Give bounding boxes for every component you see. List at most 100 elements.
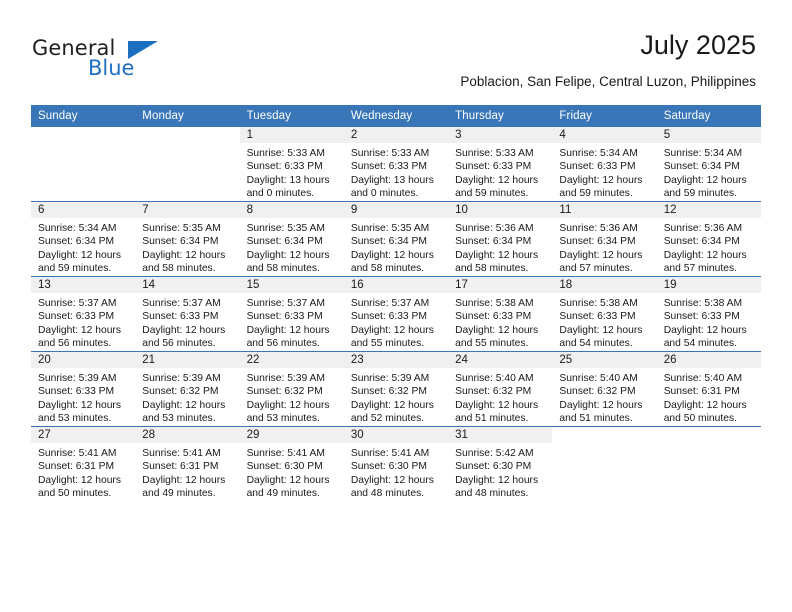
calendar-day-cell[interactable]: 12 Sunrise: 5:36 AM Sunset: 6:34 PM Dayligh… bbox=[656, 201, 761, 277]
calendar-day-cell[interactable]: 24 Sunrise: 5:40 AM Sunset: 6:32 PM Dayligh… bbox=[448, 351, 553, 427]
sunrise-text: Sunrise: 5:39 AM bbox=[246, 373, 325, 384]
sunrise-text: Sunrise: 5:42 AM bbox=[455, 448, 534, 459]
sunset-text: Sunset: 6:33 PM bbox=[246, 161, 323, 173]
day-sun-info: Sunrise: 5:37 AM Sunset: 6:33 PM Daylight:… bbox=[31, 293, 135, 351]
sunrise-text: Sunrise: 5:40 AM bbox=[663, 373, 743, 384]
day-sun-info: Sunrise: 5:36 AM Sunset: 6:34 PM Daylight:… bbox=[657, 218, 761, 276]
calendar-day-cell[interactable]: 25 Sunrise: 5:40 AM Sunset: 6:32 PM Dayligh… bbox=[552, 351, 657, 427]
day-number bbox=[31, 127, 135, 143]
daylight-text-line2: and 59 minutes. bbox=[455, 188, 529, 200]
calendar-day-cell[interactable]: 31 Sunrise: 5:42 AM Sunset: 6:30 PM Dayligh… bbox=[448, 426, 553, 501]
page-subtitle: Poblacion, San Felipe, Central Luzon, Ph… bbox=[460, 74, 756, 89]
sunrise-text: Sunrise: 5:39 AM bbox=[350, 373, 430, 384]
sunrise-text: Sunrise: 5:34 AM bbox=[559, 148, 638, 159]
daylight-text-line1: Daylight: 12 hours bbox=[142, 324, 226, 336]
calendar-day-cell[interactable]: 17 Sunrise: 5:38 AM Sunset: 6:33 PM Dayligh… bbox=[448, 276, 553, 352]
daylight-text-line1: Daylight: 12 hours bbox=[38, 399, 121, 411]
daylight-text-line1: Daylight: 12 hours bbox=[246, 324, 330, 336]
calendar-day-cell[interactable]: 11 Sunrise: 5:36 AM Sunset: 6:34 PM Dayligh… bbox=[552, 201, 657, 277]
calendar-day-cell[interactable]: 3 Sunrise: 5:33 AM Sunset: 6:33 PM Daylight… bbox=[448, 127, 553, 202]
day-number: 12 bbox=[656, 202, 761, 218]
calendar-day-cell[interactable]: 19 Sunrise: 5:38 AM Sunset: 6:33 PM Dayligh… bbox=[656, 276, 761, 352]
calendar-day-cell[interactable]: 23 Sunrise: 5:39 AM Sunset: 6:32 PM Dayligh… bbox=[343, 351, 449, 427]
daylight-text-line2: and 49 minutes. bbox=[246, 488, 320, 500]
day-sun-info: Sunrise: 5:35 AM Sunset: 6:34 PM Daylight:… bbox=[240, 218, 344, 276]
day-number: 30 bbox=[343, 427, 449, 443]
daylight-text-line1: Daylight: 12 hours bbox=[455, 249, 539, 261]
daylight-text-line1: Daylight: 12 hours bbox=[246, 399, 330, 411]
day-sun-info: Sunrise: 5:41 AM Sunset: 6:31 PM Daylight:… bbox=[31, 443, 135, 501]
general-blue-logo[interactable]: General Blue bbox=[32, 36, 192, 90]
day-sun-info: Sunrise: 5:34 AM Sunset: 6:33 PM Daylight:… bbox=[552, 143, 656, 201]
sunset-text: Sunset: 6:34 PM bbox=[559, 236, 636, 248]
day-sun-info: Sunrise: 5:34 AM Sunset: 6:34 PM Daylight:… bbox=[31, 218, 135, 276]
calendar-day-cell[interactable]: 29 Sunrise: 5:41 AM Sunset: 6:30 PM Dayligh… bbox=[239, 426, 344, 501]
sunset-text: Sunset: 6:33 PM bbox=[142, 311, 219, 323]
sunrise-text: Sunrise: 5:38 AM bbox=[663, 298, 743, 309]
calendar-day-cell[interactable]: 7 Sunrise: 5:35 AM Sunset: 6:34 PM Daylight… bbox=[135, 201, 240, 277]
day-sun-info: Sunrise: 5:36 AM Sunset: 6:34 PM Daylight:… bbox=[448, 218, 552, 276]
daylight-text-line2: and 0 minutes. bbox=[350, 188, 419, 200]
day-sun-info: Sunrise: 5:37 AM Sunset: 6:33 PM Daylight:… bbox=[135, 293, 239, 351]
calendar-day-cell[interactable]: 26 Sunrise: 5:40 AM Sunset: 6:31 PM Dayligh… bbox=[656, 351, 761, 427]
day-number: 26 bbox=[656, 352, 761, 368]
sunset-text: Sunset: 6:31 PM bbox=[663, 386, 740, 398]
daylight-text-line1: Daylight: 12 hours bbox=[350, 324, 434, 336]
calendar-day-cell[interactable]: 21 Sunrise: 5:39 AM Sunset: 6:32 PM Dayligh… bbox=[135, 351, 240, 427]
sunset-text: Sunset: 6:31 PM bbox=[142, 461, 219, 473]
sunrise-text: Sunrise: 5:39 AM bbox=[142, 373, 221, 384]
day-sun-info: Sunrise: 5:35 AM Sunset: 6:34 PM Daylight:… bbox=[135, 218, 239, 276]
calendar-day-cell[interactable]: 13 Sunrise: 5:37 AM Sunset: 6:33 PM Dayligh… bbox=[31, 276, 136, 352]
calendar-day-cell[interactable]: 9 Sunrise: 5:35 AM Sunset: 6:34 PM Daylight… bbox=[343, 201, 449, 277]
sunrise-text: Sunrise: 5:35 AM bbox=[142, 223, 221, 234]
day-number: 25 bbox=[552, 352, 657, 368]
day-sun-info: Sunrise: 5:40 AM Sunset: 6:32 PM Daylight:… bbox=[448, 368, 552, 426]
sunrise-text: Sunrise: 5:33 AM bbox=[246, 148, 325, 159]
daylight-text-line1: Daylight: 12 hours bbox=[559, 249, 643, 261]
sunrise-text: Sunrise: 5:41 AM bbox=[38, 448, 117, 459]
daylight-text-line2: and 58 minutes. bbox=[350, 263, 425, 275]
calendar-day-cell[interactable]: 22 Sunrise: 5:39 AM Sunset: 6:32 PM Dayligh… bbox=[239, 351, 344, 427]
calendar-day-cell[interactable]: 30 Sunrise: 5:41 AM Sunset: 6:30 PM Dayligh… bbox=[343, 426, 449, 501]
sunrise-text: Sunrise: 5:37 AM bbox=[350, 298, 430, 309]
day-number: 20 bbox=[31, 352, 136, 368]
sunset-text: Sunset: 6:33 PM bbox=[455, 311, 532, 323]
day-number: 2 bbox=[343, 127, 449, 143]
calendar-day-cell[interactable]: 16 Sunrise: 5:37 AM Sunset: 6:33 PM Dayligh… bbox=[343, 276, 449, 352]
daylight-text-line1: Daylight: 12 hours bbox=[559, 399, 643, 411]
calendar-day-cell[interactable]: 2 Sunrise: 5:33 AM Sunset: 6:33 PM Daylight… bbox=[343, 127, 449, 202]
calendar-day-cell[interactable]: 10 Sunrise: 5:36 AM Sunset: 6:34 PM Dayligh… bbox=[448, 201, 553, 277]
calendar-day-cell[interactable]: 1 Sunrise: 5:33 AM Sunset: 6:33 PM Daylight… bbox=[239, 127, 344, 202]
daylight-text-line2: and 55 minutes. bbox=[350, 338, 425, 350]
daylight-text-line1: Daylight: 12 hours bbox=[350, 474, 434, 486]
calendar-day-cell[interactable]: 28 Sunrise: 5:41 AM Sunset: 6:31 PM Dayligh… bbox=[135, 426, 240, 501]
daylight-text-line1: Daylight: 12 hours bbox=[246, 474, 330, 486]
daylight-text-line2: and 48 minutes. bbox=[350, 488, 425, 500]
day-number: 23 bbox=[343, 352, 449, 368]
daylight-text-line2: and 53 minutes. bbox=[246, 413, 320, 425]
day-number: 21 bbox=[135, 352, 240, 368]
daylight-text-line1: Daylight: 12 hours bbox=[559, 174, 643, 186]
daylight-text-line2: and 59 minutes. bbox=[38, 263, 112, 275]
sunset-text: Sunset: 6:33 PM bbox=[663, 311, 740, 323]
sunset-text: Sunset: 6:31 PM bbox=[38, 461, 115, 473]
sunset-text: Sunset: 6:32 PM bbox=[142, 386, 219, 398]
calendar-day-cell[interactable]: 5 Sunrise: 5:34 AM Sunset: 6:34 PM Daylight… bbox=[656, 127, 761, 202]
calendar-day-cell[interactable]: 27 Sunrise: 5:41 AM Sunset: 6:31 PM Dayligh… bbox=[31, 426, 136, 501]
calendar-day-cell[interactable]: 6 Sunrise: 5:34 AM Sunset: 6:34 PM Daylight… bbox=[31, 201, 136, 277]
calendar-day-cell[interactable]: 20 Sunrise: 5:39 AM Sunset: 6:33 PM Dayligh… bbox=[31, 351, 136, 427]
calendar-day-cell[interactable]: 14 Sunrise: 5:37 AM Sunset: 6:33 PM Dayligh… bbox=[135, 276, 240, 352]
sunset-text: Sunset: 6:33 PM bbox=[350, 161, 427, 173]
day-sun-info: Sunrise: 5:34 AM Sunset: 6:34 PM Daylight:… bbox=[657, 143, 761, 201]
daylight-text-line2: and 53 minutes. bbox=[142, 413, 216, 425]
calendar-day-cell[interactable]: 18 Sunrise: 5:38 AM Sunset: 6:33 PM Dayligh… bbox=[552, 276, 657, 352]
calendar-day-cell[interactable]: 4 Sunrise: 5:34 AM Sunset: 6:33 PM Daylight… bbox=[552, 127, 657, 202]
day-number: 5 bbox=[656, 127, 761, 143]
calendar-day-cell[interactable]: 8 Sunrise: 5:35 AM Sunset: 6:34 PM Daylight… bbox=[239, 201, 344, 277]
sunrise-text: Sunrise: 5:38 AM bbox=[455, 298, 534, 309]
month-calendar: Sunday Monday Tuesday Wednesday Thursday… bbox=[31, 105, 761, 501]
day-sun-info: Sunrise: 5:33 AM Sunset: 6:33 PM Daylight:… bbox=[344, 143, 448, 201]
day-number bbox=[135, 127, 239, 143]
daylight-text-line2: and 51 minutes. bbox=[559, 413, 633, 425]
calendar-day-cell[interactable]: 15 Sunrise: 5:37 AM Sunset: 6:33 PM Dayligh… bbox=[239, 276, 344, 352]
